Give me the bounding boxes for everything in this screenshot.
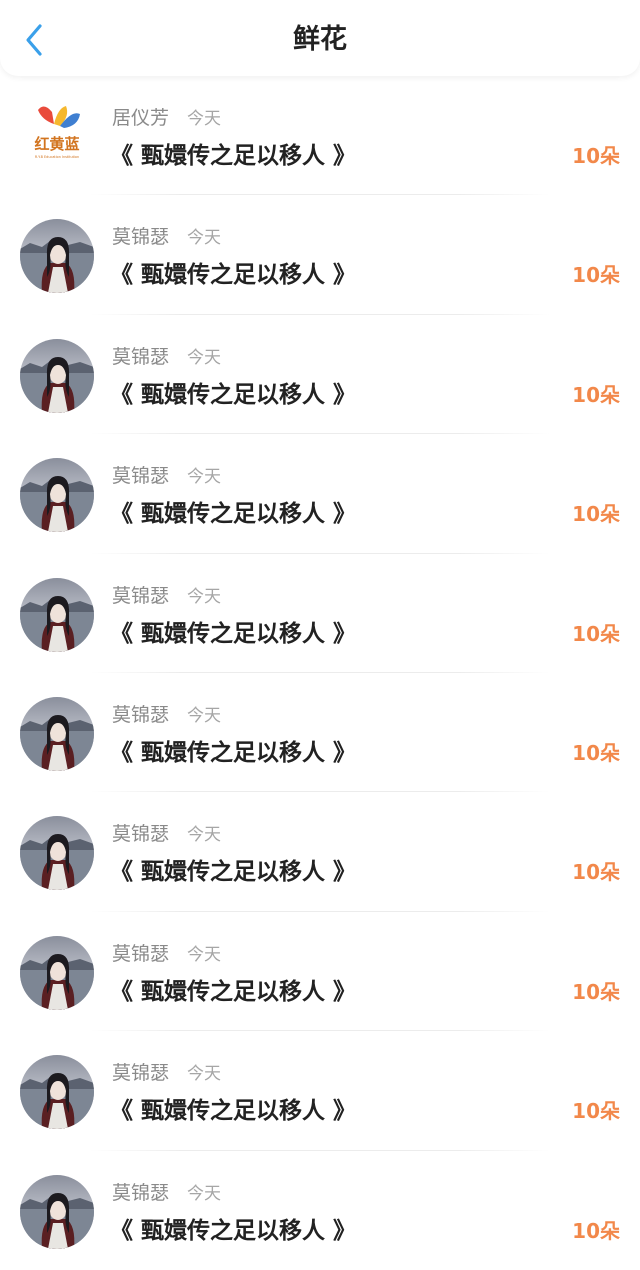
sender-name: 莫锦瑟: [112, 703, 170, 726]
flower-count: 10朵: [572, 1099, 620, 1124]
logo-subtext: R.Y.B Education Institution: [35, 155, 79, 159]
list-item[interactable]: 莫锦瑟 今天 《 甄嬛传之足以移人 》 10朵: [0, 1031, 640, 1151]
work-title: 《 甄嬛传之足以移人 》: [110, 978, 357, 1005]
list-item[interactable]: 莫锦瑟 今天 《 甄嬛传之足以移人 》 10朵: [0, 315, 640, 435]
user-avatar-photo: [20, 458, 94, 533]
page-title: 鲜花: [293, 24, 347, 55]
sender-name: 莫锦瑟: [112, 942, 170, 965]
work-title: 《 甄嬛传之足以移人 》: [110, 262, 357, 289]
list-item[interactable]: 莫锦瑟 今天 《 甄嬛传之足以移人 》 10朵: [0, 195, 640, 315]
list-item[interactable]: 莫锦瑟 今天 《 甄嬛传之足以移人 》 10朵: [0, 792, 640, 912]
send-date: 今天: [187, 1183, 222, 1204]
brand-logo: 红黄蓝 R.Y.B Education Institution: [20, 100, 94, 174]
work-title: 《 甄嬛传之足以移人 》: [110, 859, 357, 886]
work-title: 《 甄嬛传之足以移人 》: [110, 501, 357, 528]
user-avatar-photo: [20, 696, 94, 771]
flower-count: 10朵: [572, 1218, 620, 1243]
flower-count: 10朵: [572, 144, 620, 168]
sender-name: 莫锦瑟: [112, 823, 170, 846]
send-date: 今天: [187, 1064, 222, 1085]
work-title: 《 甄嬛传之足以移人 》: [110, 1098, 357, 1125]
list-item[interactable]: 莫锦瑟 今天 《 甄嬛传之足以移人 》 10朵: [0, 673, 640, 793]
send-date: 今天: [187, 825, 222, 846]
sender-name: 莫锦瑟: [112, 1181, 170, 1204]
flower-count: 10朵: [572, 263, 620, 288]
app-header: 鲜花: [0, 0, 640, 76]
user-avatar-photo: [20, 1055, 94, 1130]
work-title: 《 甄嬛传之足以移人 》: [110, 143, 357, 169]
work-title: 《 甄嬛传之足以移人 》: [110, 1217, 357, 1244]
list-item[interactable]: 莫锦瑟 今天 《 甄嬛传之足以移人 》 10朵: [0, 1151, 640, 1270]
user-avatar-photo: [20, 577, 94, 652]
user-avatar-photo: [20, 935, 94, 1010]
user-avatar-photo: [20, 816, 94, 891]
send-date: 今天: [187, 467, 222, 488]
list-item[interactable]: 莫锦瑟 今天 《 甄嬛传之足以移人 》 10朵: [0, 434, 640, 554]
flower-count: 10朵: [572, 621, 620, 646]
send-date: 今天: [187, 228, 222, 249]
list-item[interactable]: 莫锦瑟 今天 《 甄嬛传之足以移人 》 10朵: [0, 912, 640, 1032]
sender-name: 莫锦瑟: [112, 226, 170, 249]
sender-name: 莫锦瑟: [112, 584, 170, 607]
work-title: 《 甄嬛传之足以移人 》: [110, 381, 357, 408]
flower-count: 10朵: [572, 740, 620, 765]
list-item[interactable]: 莫锦瑟 今天 《 甄嬛传之足以移人 》 10朵: [0, 554, 640, 673]
user-avatar-photo: [20, 338, 94, 413]
send-date: 今天: [187, 586, 222, 607]
logo-text: 红黄蓝: [34, 135, 79, 153]
sender-name: 莫锦瑟: [112, 345, 170, 368]
send-date: 今天: [187, 109, 222, 129]
send-date: 今天: [187, 944, 222, 965]
sender-name: 莫锦瑟: [112, 465, 170, 488]
send-date: 今天: [187, 347, 222, 368]
flower-count: 10朵: [572, 979, 620, 1004]
flower-count: 10朵: [572, 502, 620, 527]
sender-name: 莫锦瑟: [112, 1062, 170, 1085]
sender-name: 居仪芳: [112, 107, 170, 129]
work-title: 《 甄嬛传之足以移人 》: [110, 620, 357, 647]
user-avatar-photo: [20, 1174, 94, 1249]
work-title: 《 甄嬛传之足以移人 》: [110, 739, 357, 766]
user-avatar-photo: [20, 219, 94, 294]
send-date: 今天: [187, 705, 222, 726]
list-item[interactable]: 红黄蓝 R.Y.B Education Institution 居仪芳 今天 《 …: [0, 76, 640, 196]
flower-count: 10朵: [572, 382, 620, 407]
flower-list: 红黄蓝 R.Y.B Education Institution 居仪芳 今天 《 …: [0, 76, 640, 1270]
flower-count: 10朵: [572, 860, 620, 885]
